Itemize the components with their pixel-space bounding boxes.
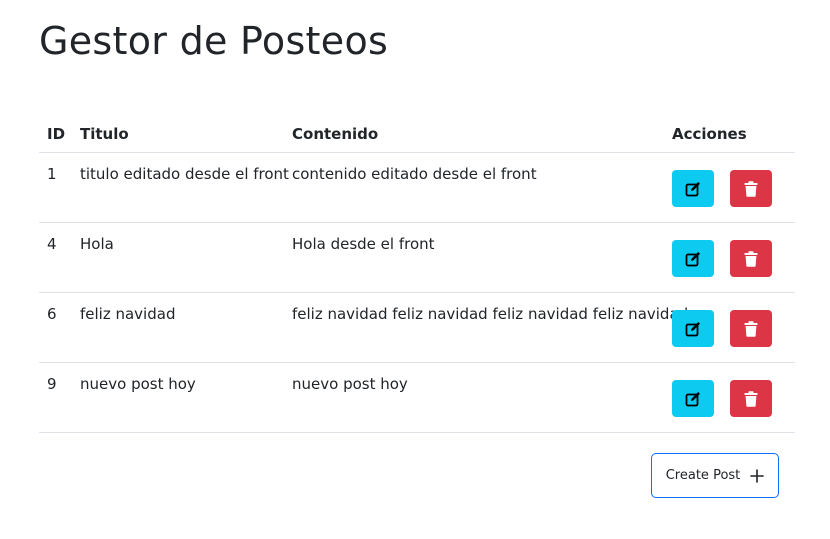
cell-contenido: Hola desde el front xyxy=(284,222,664,293)
edit-button[interactable] xyxy=(672,240,714,277)
table-row: 4 Hola Hola desde el front xyxy=(39,222,795,293)
cell-acciones xyxy=(664,152,795,223)
table-row: 6 feliz navidad feliz navidad feliz navi… xyxy=(39,292,795,363)
trash-icon xyxy=(744,320,758,337)
posts-table: ID Titulo Contenido Acciones 1 titulo ed… xyxy=(39,116,795,433)
column-header-id: ID xyxy=(39,116,72,153)
page-title: Gestor de Posteos xyxy=(39,19,389,63)
delete-button[interactable] xyxy=(730,380,772,417)
cell-contenido: feliz navidad feliz navidad feliz navida… xyxy=(284,292,688,363)
column-header-titulo: Titulo xyxy=(72,116,284,153)
cell-titulo: Hola xyxy=(72,222,284,293)
cell-acciones xyxy=(664,362,795,433)
table-header-row: ID Titulo Contenido Acciones xyxy=(39,116,795,153)
cell-id: 9 xyxy=(39,362,72,433)
column-header-contenido: Contenido xyxy=(284,116,664,153)
trash-icon xyxy=(744,180,758,197)
edit-button[interactable] xyxy=(672,310,714,347)
edit-button[interactable] xyxy=(672,170,714,207)
table-row: 1 titulo editado desde el front contenid… xyxy=(39,152,795,223)
create-post-label: Create Post xyxy=(665,468,741,483)
edit-icon xyxy=(685,321,700,336)
trash-icon xyxy=(744,250,758,267)
cell-id: 6 xyxy=(39,292,72,363)
cell-acciones xyxy=(664,292,795,363)
delete-button[interactable] xyxy=(730,170,772,207)
delete-button[interactable] xyxy=(730,310,772,347)
create-post-button[interactable]: Create Post xyxy=(651,453,779,498)
edit-icon xyxy=(685,251,700,266)
edit-icon xyxy=(685,391,700,406)
plus-icon xyxy=(750,468,765,483)
table-row: 9 nuevo post hoy nuevo post hoy xyxy=(39,362,795,433)
delete-button[interactable] xyxy=(730,240,772,277)
trash-icon xyxy=(744,390,758,407)
cell-id: 4 xyxy=(39,222,72,293)
edit-icon xyxy=(685,181,700,196)
cell-titulo: titulo editado desde el front xyxy=(72,152,289,223)
cell-id: 1 xyxy=(39,152,72,223)
cell-titulo: feliz navidad xyxy=(72,292,284,363)
cell-titulo: nuevo post hoy xyxy=(72,362,284,433)
cell-acciones xyxy=(664,222,795,293)
cell-contenido: nuevo post hoy xyxy=(284,362,664,433)
cell-contenido: contenido editado desde el front xyxy=(284,152,664,223)
edit-button[interactable] xyxy=(672,380,714,417)
column-header-acciones: Acciones xyxy=(664,116,795,153)
